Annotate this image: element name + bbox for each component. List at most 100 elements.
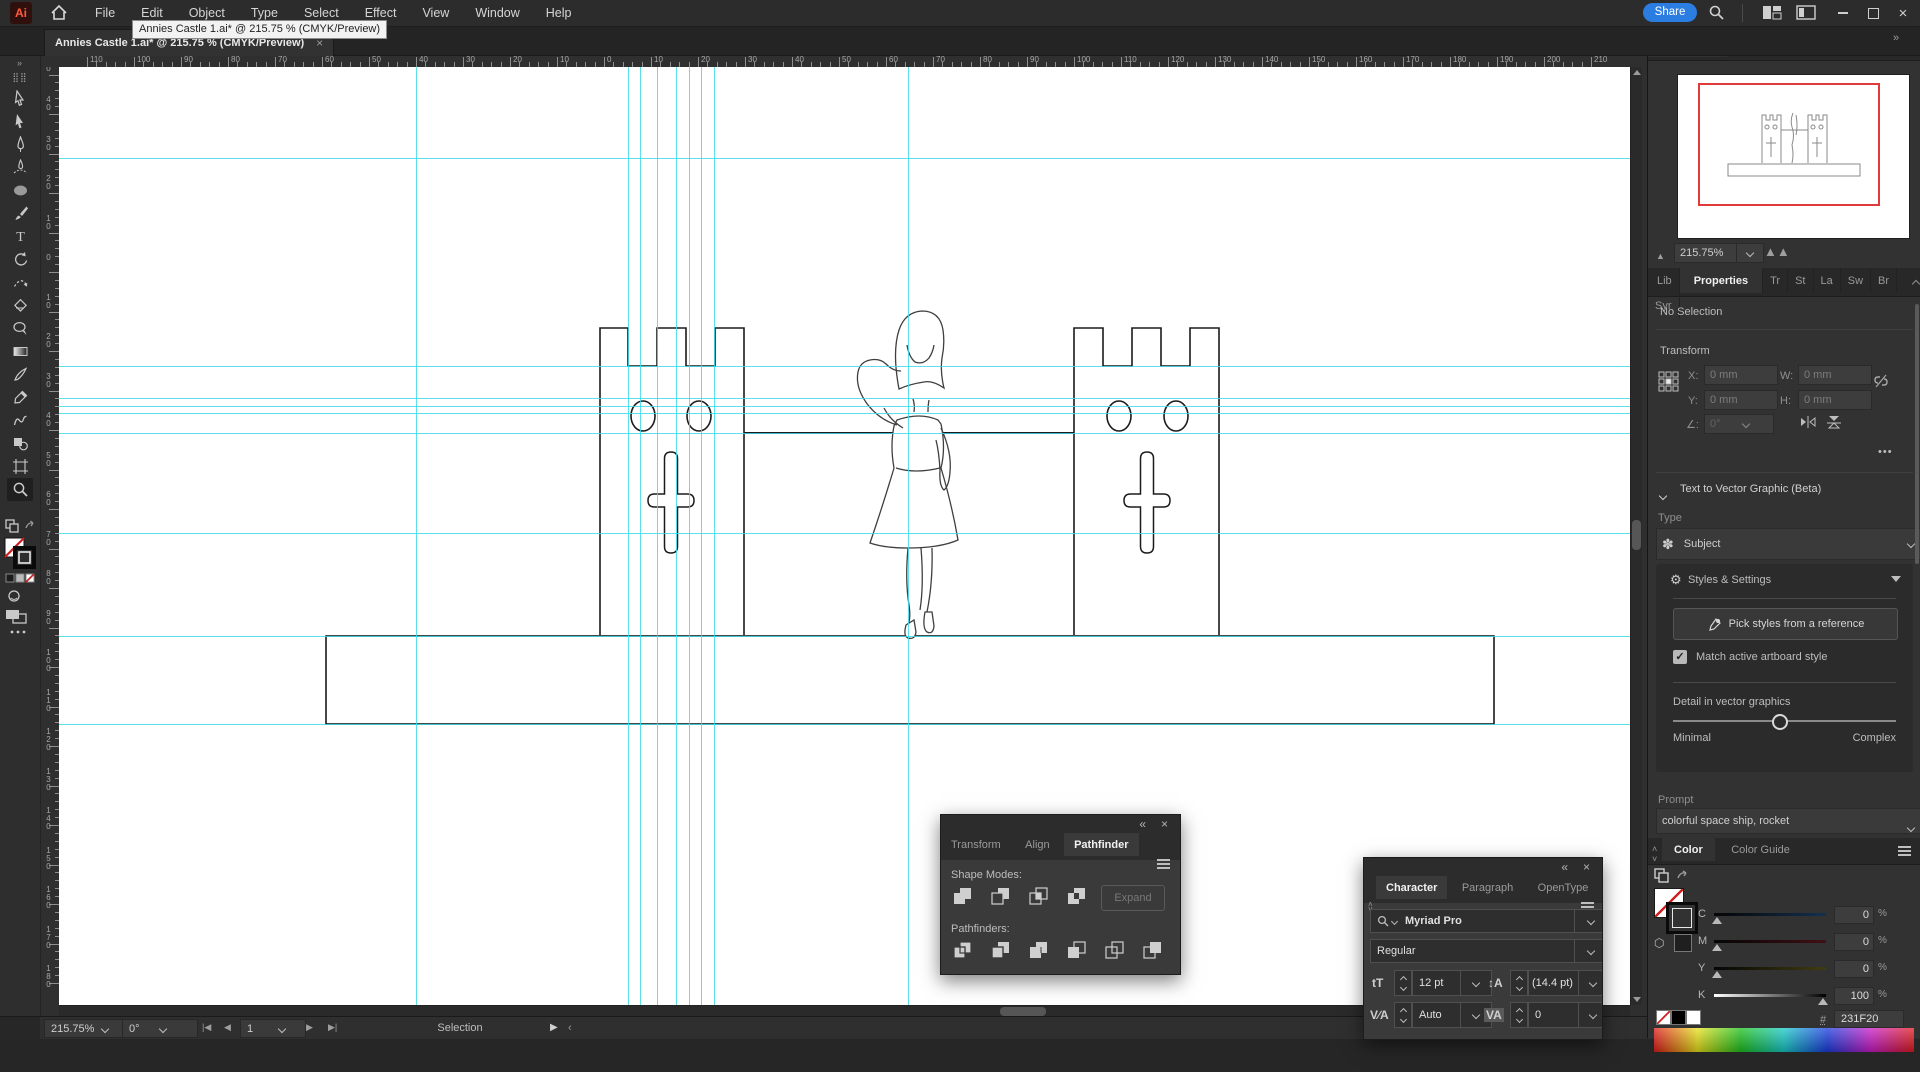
y-field[interactable]: 0 mm <box>1704 390 1778 410</box>
screen-mode-icon[interactable] <box>6 610 26 623</box>
tab-color-guide[interactable]: Color Guide <box>1719 838 1802 861</box>
search-icon[interactable] <box>1708 4 1725 21</box>
panel-collapse-arrows[interactable]: ˄˅ <box>1652 844 1657 864</box>
vertical-scroll-thumb[interactable] <box>1632 520 1641 550</box>
blend-tool[interactable] <box>7 409 33 432</box>
tab-lib[interactable]: Lib <box>1650 268 1680 293</box>
tab-opentype[interactable]: OpenType <box>1528 876 1599 899</box>
slider-track-k[interactable] <box>1714 994 1826 997</box>
artboard-number-field[interactable]: 1 <box>240 1019 306 1038</box>
hex-field[interactable]: 231F20 <box>1834 1010 1904 1028</box>
eraser-tool[interactable] <box>7 294 33 317</box>
w-field[interactable]: 0 mm <box>1798 365 1872 385</box>
artboard-tool[interactable] <box>7 455 33 478</box>
color-mode-buttons[interactable] <box>6 574 34 582</box>
leading-stepper[interactable] <box>1510 970 1528 996</box>
arrange-documents-icon[interactable] <box>1762 5 1782 20</box>
tracking-stepper[interactable] <box>1510 1002 1528 1028</box>
artboard-nav-next-icon[interactable]: ▶ <box>302 1019 317 1036</box>
tab-align[interactable]: Align <box>1015 833 1059 856</box>
styles-settings-header[interactable]: Styles & Settings <box>1688 574 1771 586</box>
scroll-up-icon[interactable] <box>1631 67 1642 78</box>
pathfinder-minus-back-icon[interactable] <box>1139 939 1165 961</box>
close-icon[interactable]: × <box>1161 817 1168 831</box>
paintbrush-tool[interactable] <box>7 202 33 225</box>
gradient-tool[interactable] <box>7 340 33 363</box>
tab-pathfinder[interactable]: Pathfinder <box>1064 833 1138 856</box>
expand-button[interactable]: Expand <box>1101 885 1165 911</box>
gamut-cube-icon[interactable]: ⬡ <box>1654 936 1664 950</box>
workspace-switcher-icon[interactable] <box>1796 5 1816 20</box>
zoom-out-mountain-icon[interactable]: ▲ <box>1656 246 1665 264</box>
navigator-zoom-field[interactable]: 215.75% <box>1674 243 1742 263</box>
ellipse-tool[interactable] <box>7 179 33 202</box>
edit-toolbar-icon[interactable] <box>11 631 26 634</box>
pathfinder-divide-icon[interactable] <box>949 939 975 961</box>
artboard-nav-last-icon[interactable]: ▶| <box>324 1019 341 1036</box>
color-spectrum-bar[interactable] <box>1654 1028 1914 1052</box>
reference-point-icon[interactable] <box>1658 368 1680 401</box>
status-zoom-field[interactable]: 215.75% <box>44 1019 124 1038</box>
status-rotation-field[interactable]: 0° <box>122 1019 198 1038</box>
home-icon[interactable] <box>50 4 68 22</box>
collapse-icon[interactable]: « <box>1561 860 1568 874</box>
base-platform[interactable] <box>326 636 1494 724</box>
slider-value-k[interactable]: 100 <box>1834 987 1874 1005</box>
stroke-color-swatch[interactable] <box>15 548 34 567</box>
toolbar-collapse-icon[interactable]: » <box>0 58 40 68</box>
tracking-chevron[interactable] <box>1578 1002 1603 1028</box>
selection-tool[interactable] <box>7 87 33 110</box>
slider-thumb-k[interactable] <box>1818 998 1828 1005</box>
slider-track-y[interactable] <box>1714 967 1826 970</box>
maximize-button[interactable] <box>1858 0 1888 26</box>
tab-character[interactable]: Character <box>1376 876 1447 899</box>
menu-help[interactable]: Help <box>533 0 585 26</box>
kerning-stepper[interactable] <box>1394 1002 1412 1028</box>
tab-properties[interactable]: Properties <box>1680 268 1763 293</box>
stroke-swatch[interactable] <box>1666 902 1698 934</box>
navigator-thumbnail[interactable] <box>1678 75 1909 238</box>
constrain-link-icon[interactable] <box>1872 372 1890 395</box>
transform-more-options[interactable]: ••• <box>1878 446 1893 458</box>
curvature-tool[interactable] <box>7 156 33 179</box>
tower-window[interactable] <box>631 401 655 431</box>
tab-paragraph[interactable]: Paragraph <box>1452 876 1523 899</box>
menu-view[interactable]: View <box>409 0 462 26</box>
detail-slider-thumb[interactable] <box>1772 714 1788 730</box>
tab-br[interactable]: Br <box>1871 268 1897 293</box>
x-field[interactable]: 0 mm <box>1704 365 1778 385</box>
slider-value-m[interactable]: 0 <box>1834 933 1874 951</box>
slider-thumb-y[interactable] <box>1712 971 1722 978</box>
font-style-field[interactable]: Regular <box>1370 939 1584 963</box>
rotate-tool[interactable] <box>7 248 33 271</box>
font-size-stepper[interactable] <box>1394 970 1412 996</box>
gamut-swatch[interactable] <box>1674 934 1692 952</box>
collapse-panels-icon[interactable]: » <box>1893 32 1899 44</box>
zoom-in-mountain-icon[interactable]: ▲▲ <box>1764 243 1790 261</box>
ttv-type-dropdown[interactable]: ✽ Subject <box>1656 528 1920 560</box>
pick-styles-button[interactable]: Pick styles from a reference <box>1673 608 1898 640</box>
shape-mode-exclude-icon[interactable] <box>1063 885 1089 907</box>
tab-sw[interactable]: Sw <box>1841 268 1871 293</box>
minimize-button[interactable] <box>1828 0 1858 26</box>
pathfinder-crop-icon[interactable] <box>1063 939 1089 961</box>
color-panel-menu-icon[interactable] <box>1898 850 1911 852</box>
share-button[interactable]: Share <box>1643 3 1697 22</box>
pathfinder-trim-icon[interactable] <box>987 939 1013 961</box>
font-family-chevron[interactable] <box>1574 909 1603 933</box>
ttv-collapse-chevron[interactable] <box>1660 486 1666 504</box>
slider-value-c[interactable]: 0 <box>1834 906 1874 924</box>
tab-st[interactable]: St <box>1788 268 1813 293</box>
direct-selection-tool[interactable] <box>7 110 33 133</box>
status-play-icon[interactable]: ▶ <box>550 1019 558 1036</box>
vertical-scrollbar[interactable] <box>1630 67 1642 1005</box>
swap-fill-stroke-icon[interactable] <box>6 520 33 532</box>
close-icon[interactable]: × <box>1583 860 1590 874</box>
shape-mode-unite-icon[interactable] <box>949 885 975 907</box>
left-cross[interactable] <box>648 452 694 553</box>
properties-scroll-up-icon[interactable] <box>1913 274 1919 292</box>
tower-window[interactable] <box>1107 401 1131 431</box>
slider-thumb-m[interactable] <box>1712 944 1722 951</box>
right-cross[interactable] <box>1124 452 1170 553</box>
shape-mode-intersect-icon[interactable] <box>1025 885 1051 907</box>
